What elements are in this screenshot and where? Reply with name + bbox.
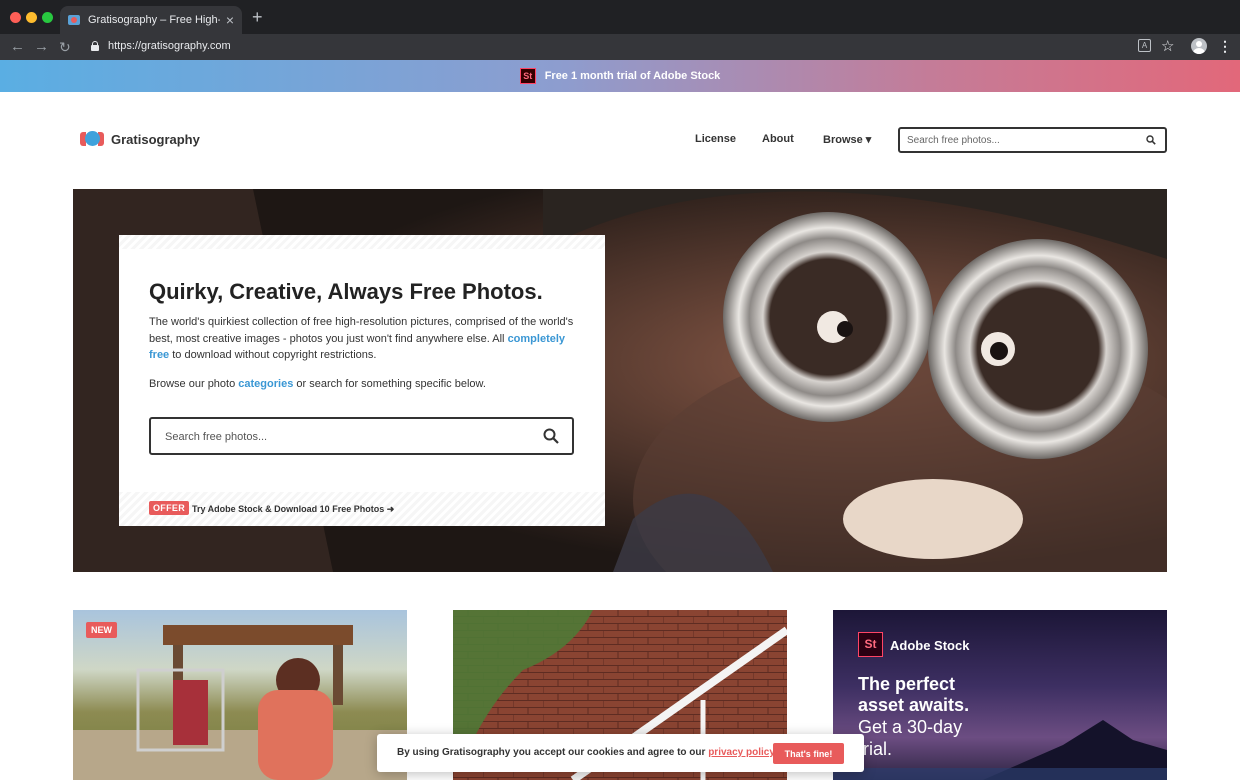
ad-headline: The perfect asset awaits. — [858, 674, 969, 716]
favicon-icon — [68, 15, 80, 25]
browser-address-bar: ← → ↻ https://gratisography.com A ☆ ⋮ — [0, 34, 1240, 60]
new-badge: NEW — [86, 622, 117, 638]
tab-close-icon[interactable]: × — [226, 13, 234, 27]
hero-description: The world's quirkiest collection of free… — [149, 314, 579, 364]
brand-name[interactable]: Gratisography — [111, 132, 200, 147]
accept-cookies-button[interactable]: That's fine! — [773, 743, 844, 764]
adobe-stock-logo-icon: St — [858, 632, 883, 657]
lock-icon[interactable] — [91, 41, 99, 51]
new-tab-icon[interactable]: + — [252, 8, 263, 26]
ad-subtext-line-2: trial. — [858, 739, 893, 759]
reload-icon[interactable]: ↻ — [59, 38, 71, 56]
back-arrow-icon[interactable]: ← — [10, 38, 25, 56]
hero-title: Quirky, Creative, Always Free Photos. — [149, 279, 543, 304]
hero-intro-card: Quirky, Creative, Always Free Photos. Th… — [119, 235, 605, 526]
ad-headline-line-2: asset awaits. — [858, 695, 970, 715]
search-icon[interactable] — [1146, 135, 1156, 145]
photo-card[interactable]: NEW — [73, 610, 407, 780]
cookie-text: By using Gratisography you accept our co… — [397, 747, 777, 758]
nav-about-link[interactable]: About — [762, 133, 794, 145]
forward-arrow-icon[interactable]: → — [34, 38, 49, 56]
browse-text-start: Browse our photo — [149, 378, 239, 390]
promo-text[interactable]: Free 1 month trial of Adobe Stock — [545, 70, 721, 82]
adobe-stock-name: Adobe Stock — [890, 638, 970, 653]
window-zoom-button[interactable] — [42, 12, 53, 23]
cookie-message: By using Gratisography you accept our co… — [397, 747, 709, 758]
browse-text-end: or search for something specific below. — [293, 378, 486, 390]
bookmark-star-icon[interactable]: ☆ — [1161, 37, 1174, 55]
url-field[interactable]: https://gratisography.com — [108, 40, 231, 52]
adobe-stock-ad-card[interactable]: St Adobe Stock The perfect asset awaits.… — [833, 610, 1167, 780]
browser-tab-bar: Gratisography – Free High-Res × + — [0, 0, 1240, 34]
nav-browse-dropdown[interactable]: Browse ▾ — [823, 133, 871, 146]
tab-title: Gratisography – Free High-Res — [88, 14, 220, 26]
browser-tab[interactable]: Gratisography – Free High-Res × — [60, 6, 242, 34]
card-top-stripe — [119, 235, 605, 249]
offer-badge: OFFER — [149, 501, 189, 515]
translate-icon[interactable]: A — [1138, 39, 1151, 52]
adobe-stock-logo-icon: St — [519, 68, 536, 84]
privacy-policy-link[interactable]: privacy policy. — [708, 747, 777, 758]
header-search-box — [898, 127, 1167, 153]
gratisography-logo-icon[interactable] — [80, 131, 104, 146]
nav-license-link[interactable]: License — [695, 133, 736, 145]
profile-avatar-icon[interactable] — [1191, 38, 1207, 54]
hero-search-input[interactable] — [165, 429, 525, 444]
header-search-input[interactable] — [907, 133, 1137, 148]
adobe-stock-promo-banner[interactable]: St Free 1 month trial of Adobe Stock — [0, 60, 1240, 92]
ad-headline-line-1: The perfect — [858, 674, 956, 694]
categories-link[interactable]: categories — [238, 378, 293, 390]
ad-subtext: Get a 30-day trial. — [858, 716, 962, 760]
hero-desc-text-end: to download without copyright restrictio… — [169, 349, 377, 361]
ad-subtext-line-1: Get a 30-day — [858, 717, 963, 737]
window-minimize-button[interactable] — [26, 12, 37, 23]
offer-link[interactable]: Try Adobe Stock & Download 10 Free Photo… — [192, 504, 394, 515]
hero-search-box — [149, 417, 574, 455]
cookie-consent-bar: By using Gratisography you accept our co… — [377, 734, 864, 772]
photo-woman-shopping-cart — [73, 625, 407, 780]
window-close-button[interactable] — [10, 12, 21, 23]
browser-menu-icon[interactable]: ⋮ — [1218, 38, 1232, 55]
hero-browse-text: Browse our photo categories or search fo… — [149, 378, 486, 390]
search-icon[interactable] — [543, 428, 559, 444]
